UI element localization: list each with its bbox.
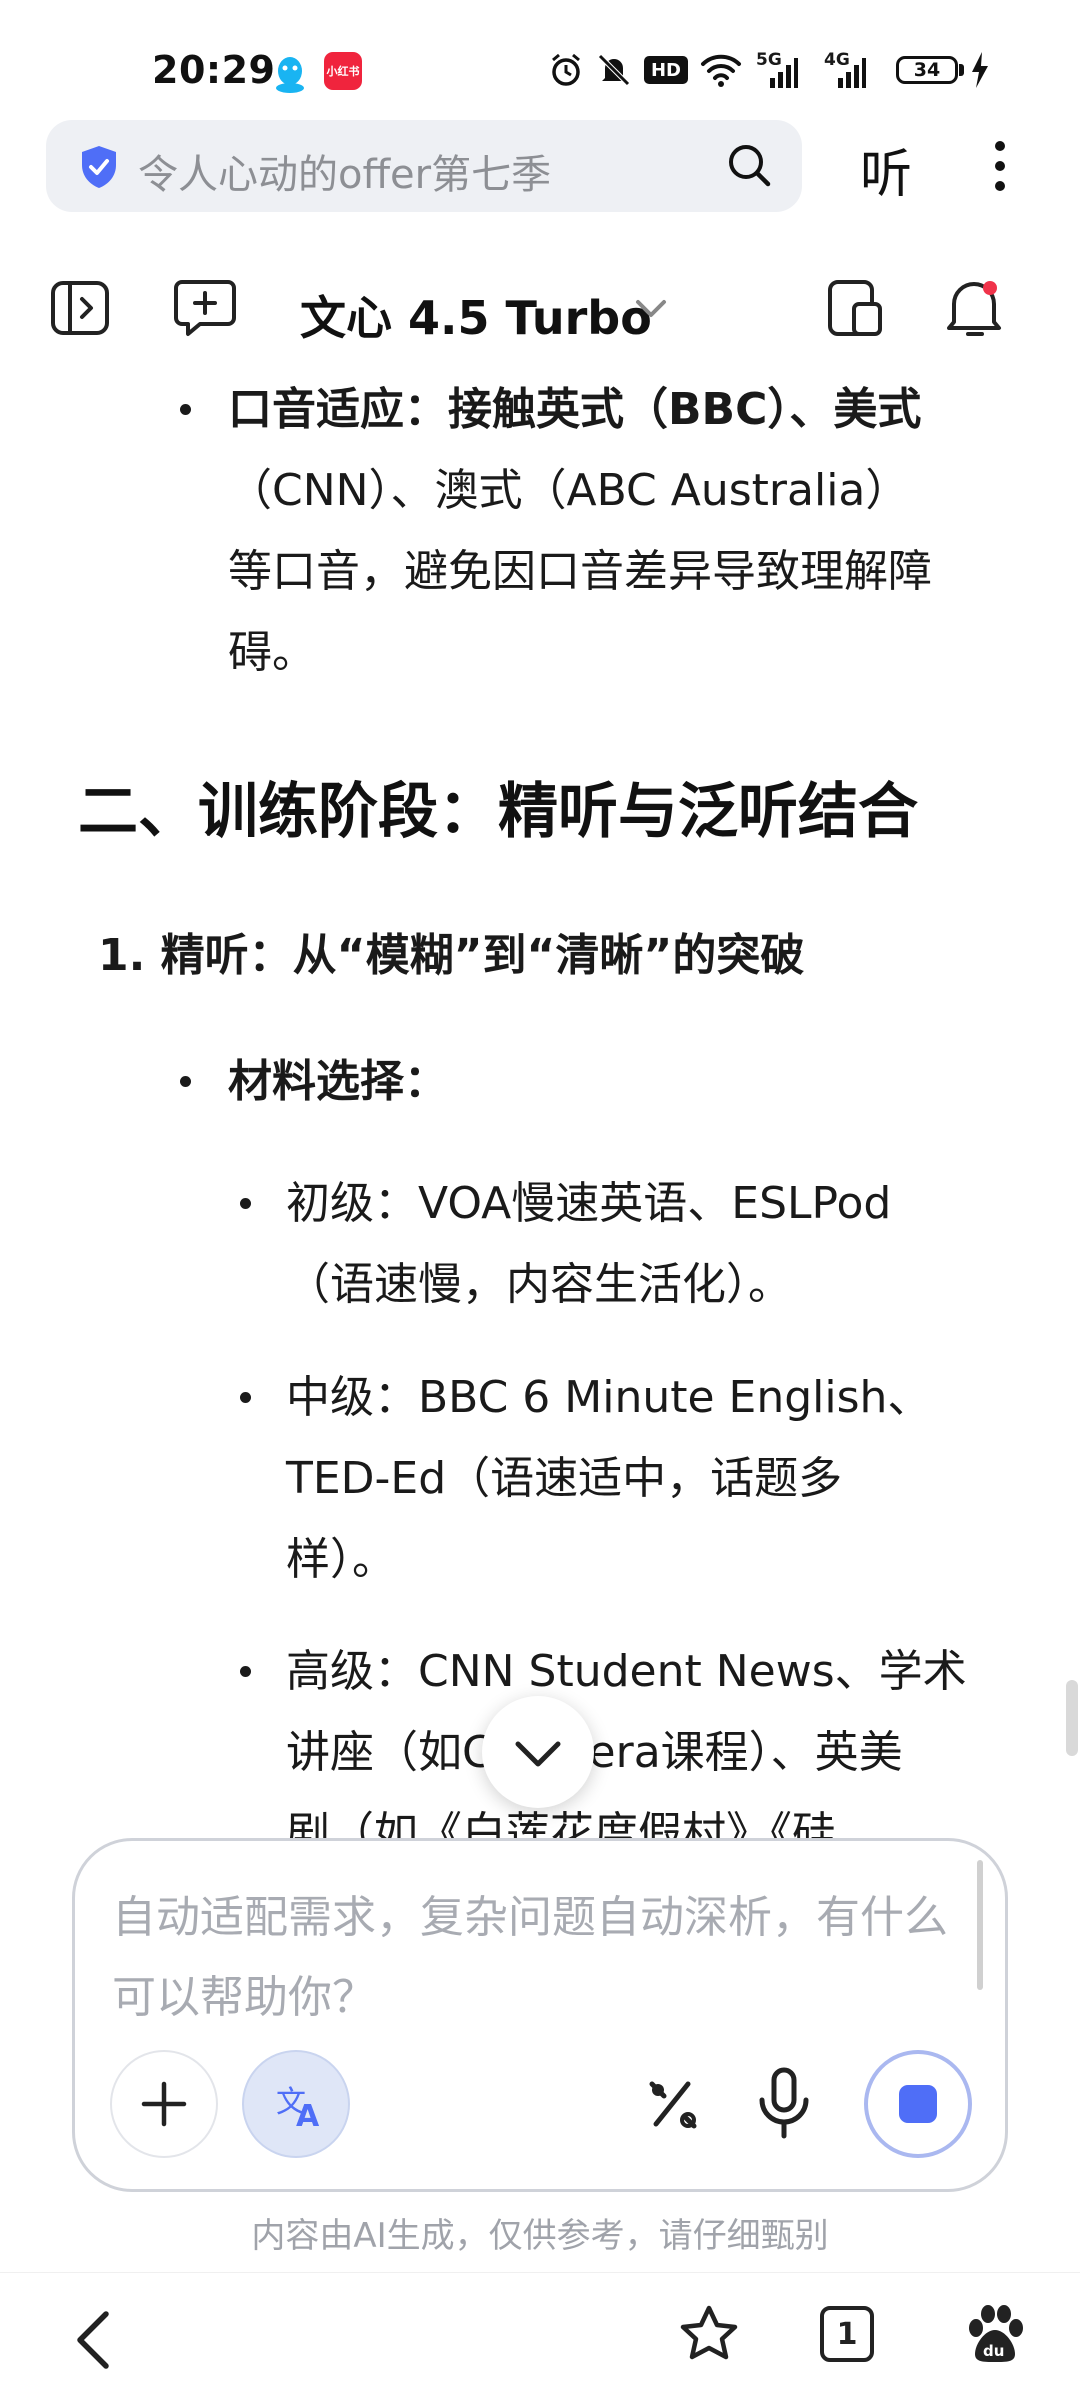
signal-5g-icon	[768, 56, 798, 88]
hd-icon: HD	[644, 56, 688, 84]
beginner-line: 初级：VOA慢速英语、ESLPod	[286, 1178, 892, 1229]
favorite-star-icon[interactable]	[678, 2304, 740, 2366]
new-chat-icon[interactable]	[174, 278, 236, 338]
accent-line: 等口音，避免因口音差异导致理解障	[228, 546, 932, 597]
advanced-line: 高级：CNN Student News、学术	[286, 1646, 967, 1697]
sub-item-heading: 1. 精听：从“模糊”到“清晰”的突破	[98, 930, 805, 981]
chevron-down-icon[interactable]	[634, 298, 668, 320]
accent-line: 碍。	[228, 627, 316, 678]
wifi-icon	[700, 52, 742, 88]
bullet-dot	[180, 404, 191, 415]
baidu-paw-icon[interactable]: du	[962, 2300, 1028, 2366]
more-menu-icon[interactable]	[988, 138, 1012, 194]
signal-4g-icon	[836, 56, 866, 88]
deep-think-toggle-icon[interactable]	[640, 2072, 704, 2136]
model-selector[interactable]: 文心 4.5 Turbo	[300, 282, 652, 348]
sidebar-toggle-icon[interactable]	[50, 280, 110, 336]
charging-icon	[970, 52, 990, 88]
composer-scrollbar[interactable]	[977, 1860, 983, 1990]
advanced-line: 剧（如《白莲花度假村》《硅	[286, 1808, 836, 1840]
bullet-dot	[240, 1666, 251, 1677]
translate-button[interactable]: 文 A	[242, 2050, 350, 2158]
intermediate-line: TED-Ed（语速适中，话题多	[286, 1453, 843, 1504]
stop-icon	[899, 2085, 937, 2123]
bullet-dot	[240, 1198, 251, 1209]
add-attachment-button[interactable]	[110, 2050, 218, 2158]
status-time: 20:29	[152, 48, 276, 92]
device-switch-icon[interactable]	[826, 278, 884, 338]
intermediate-line: 中级：BBC 6 Minute English、	[286, 1372, 932, 1423]
shield-check-icon	[78, 144, 120, 190]
svg-text:du: du	[983, 2342, 1004, 2360]
scroll-to-bottom-button[interactable]	[482, 1696, 594, 1808]
notification-bell-icon[interactable]	[944, 276, 1006, 340]
section-heading: 二、训练阶段：精听与泛听结合	[78, 777, 918, 847]
qq-icon	[272, 54, 308, 94]
microphone-icon[interactable]	[752, 2066, 816, 2140]
message-input[interactable]: 自动适配需求，复杂问题自动深析，有什么可以帮助你？	[112, 1878, 972, 2038]
bottom-navigation	[0, 2272, 1080, 2401]
back-arrow-icon[interactable]	[70, 2308, 114, 2372]
tabs-count-button[interactable]: 1	[820, 2306, 874, 2362]
svg-text:A: A	[296, 2099, 320, 2134]
listen-button[interactable]: 听	[860, 132, 912, 207]
intermediate-line: 样）。	[286, 1534, 396, 1585]
page-scrollbar[interactable]	[1066, 1680, 1078, 1756]
accent-line: （CNN）、澳式（ABC Australia）	[228, 465, 910, 516]
xiaohongshu-icon: 小红书	[324, 52, 362, 90]
bullet-dot	[240, 1392, 251, 1403]
bullet-dot	[180, 1076, 191, 1087]
beginner-line: （语速慢，内容生活化）。	[286, 1259, 792, 1310]
battery-indicator: 34	[896, 56, 958, 84]
accent-line: 口音适应：接触英式（BBC）、美式	[228, 384, 922, 435]
chat-response: 口音适应：接触英式（BBC）、美式 （CNN）、澳式（ABC Australia…	[0, 360, 1080, 1840]
search-input[interactable]: 令人心动的offer第七季	[138, 142, 551, 200]
silent-bell-icon	[596, 52, 632, 88]
advanced-line: 讲座（如Coursera课程）、英美	[286, 1727, 903, 1778]
material-label: 材料选择：	[228, 1056, 448, 1107]
alarm-icon	[548, 52, 584, 88]
search-icon[interactable]	[726, 142, 772, 188]
ai-disclaimer: 内容由AI生成，仅供参考，请仔细甄别	[251, 2216, 829, 2256]
stop-generation-button[interactable]	[864, 2050, 972, 2158]
battery-tip	[959, 64, 964, 76]
